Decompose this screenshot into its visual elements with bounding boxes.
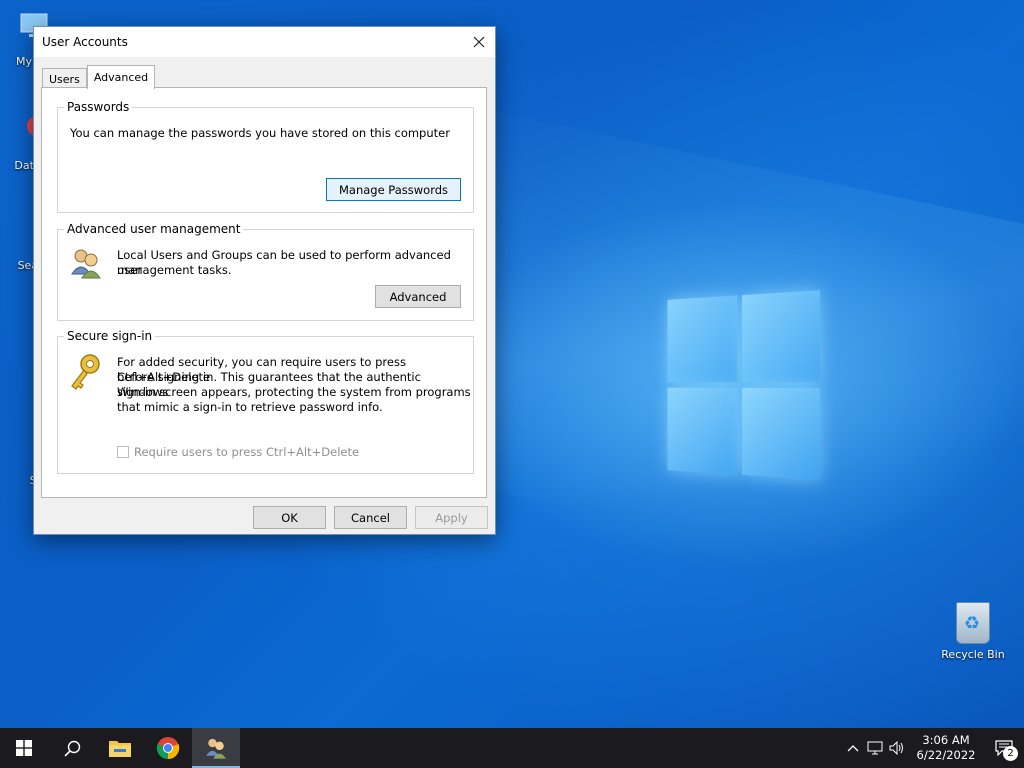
recycle-bin-label: Recycle Bin [941, 648, 1005, 661]
tab-users[interactable]: Users [42, 68, 87, 89]
apply-button[interactable]: Apply [415, 506, 488, 529]
notification-count-badge: 2 [1003, 746, 1018, 761]
secure-signin-group: Secure sign-in For added security, you c… [57, 329, 474, 474]
recycle-bin-icon [956, 602, 990, 644]
ok-button[interactable]: OK [253, 506, 326, 529]
user-accounts-dialog: User Accounts Users Advanced Passwords Y… [33, 26, 496, 535]
action-center-button[interactable]: 2 [984, 728, 1024, 768]
taskbar-chrome[interactable] [144, 728, 192, 768]
users-icon [71, 249, 101, 279]
show-hidden-icons-button[interactable] [842, 728, 864, 768]
advanced-button[interactable]: Advanced [375, 285, 461, 308]
logo-pane [667, 387, 738, 475]
network-button[interactable] [864, 728, 886, 768]
tab-advanced[interactable]: Advanced [86, 65, 156, 89]
users-icon [206, 738, 226, 759]
taskbar-file-explorer[interactable] [96, 728, 144, 768]
taskbar-user-accounts[interactable] [192, 728, 240, 768]
clock-date: 6/22/2022 [916, 748, 976, 762]
secure-signin-description-line3: sign-in screen appears, protecting the s… [117, 385, 471, 399]
taskbar-clock[interactable]: 3:06 AM 6/22/2022 [908, 733, 984, 763]
secure-signin-title: Secure sign-in [64, 329, 156, 343]
cancel-button[interactable]: Cancel [334, 506, 407, 529]
start-button[interactable] [0, 728, 48, 768]
clock-time: 3:06 AM [922, 733, 970, 747]
advanced-user-management-title: Advanced user management [64, 222, 244, 236]
windows-logo-wallpaper [667, 290, 822, 480]
dialog-titlebar[interactable]: User Accounts [34, 27, 495, 57]
logo-pane [667, 295, 738, 383]
folder-icon [109, 741, 131, 757]
passwords-group: Passwords You can manage the passwords y… [57, 100, 474, 213]
search-icon [63, 740, 80, 757]
advanced-user-management-group: Advanced user management Local Users and… [57, 222, 474, 321]
manage-passwords-button[interactable]: Manage Passwords [326, 178, 461, 201]
ctrl-alt-delete-checkbox-label: Require users to press Ctrl+Alt+Delete [134, 445, 360, 459]
search-button[interactable] [48, 728, 96, 768]
advanced-management-description-line2: management tasks. [117, 263, 232, 277]
logo-pane [742, 290, 821, 383]
chrome-icon [156, 737, 180, 760]
passwords-group-title: Passwords [64, 100, 133, 114]
ctrl-alt-delete-checkbox[interactable] [117, 446, 129, 458]
network-icon [867, 741, 883, 755]
key-icon [71, 354, 100, 390]
windows-start-icon [16, 740, 32, 756]
tab-strip: Users Advanced [42, 65, 156, 89]
chevron-up-icon [847, 745, 859, 752]
system-tray: 3:06 AM 6/22/2022 2 [842, 728, 1024, 768]
ctrl-alt-delete-checkbox-row[interactable]: Require users to press Ctrl+Alt+Delete [117, 445, 359, 459]
advanced-tab-page: Passwords You can manage the passwords y… [41, 87, 487, 498]
volume-button[interactable] [886, 728, 908, 768]
secure-signin-description-line4: that mimic a sign-in to retrieve passwor… [117, 400, 383, 414]
speaker-icon [889, 741, 903, 755]
logo-pane [742, 387, 821, 480]
close-icon [473, 36, 485, 48]
passwords-description: You can manage the passwords you have st… [70, 126, 450, 140]
desktop-icon-recycle-bin[interactable]: Recycle Bin [938, 602, 1008, 661]
close-button[interactable] [463, 27, 495, 57]
taskbar: 3:06 AM 6/22/2022 2 [0, 728, 1024, 768]
dialog-title: User Accounts [42, 35, 128, 49]
